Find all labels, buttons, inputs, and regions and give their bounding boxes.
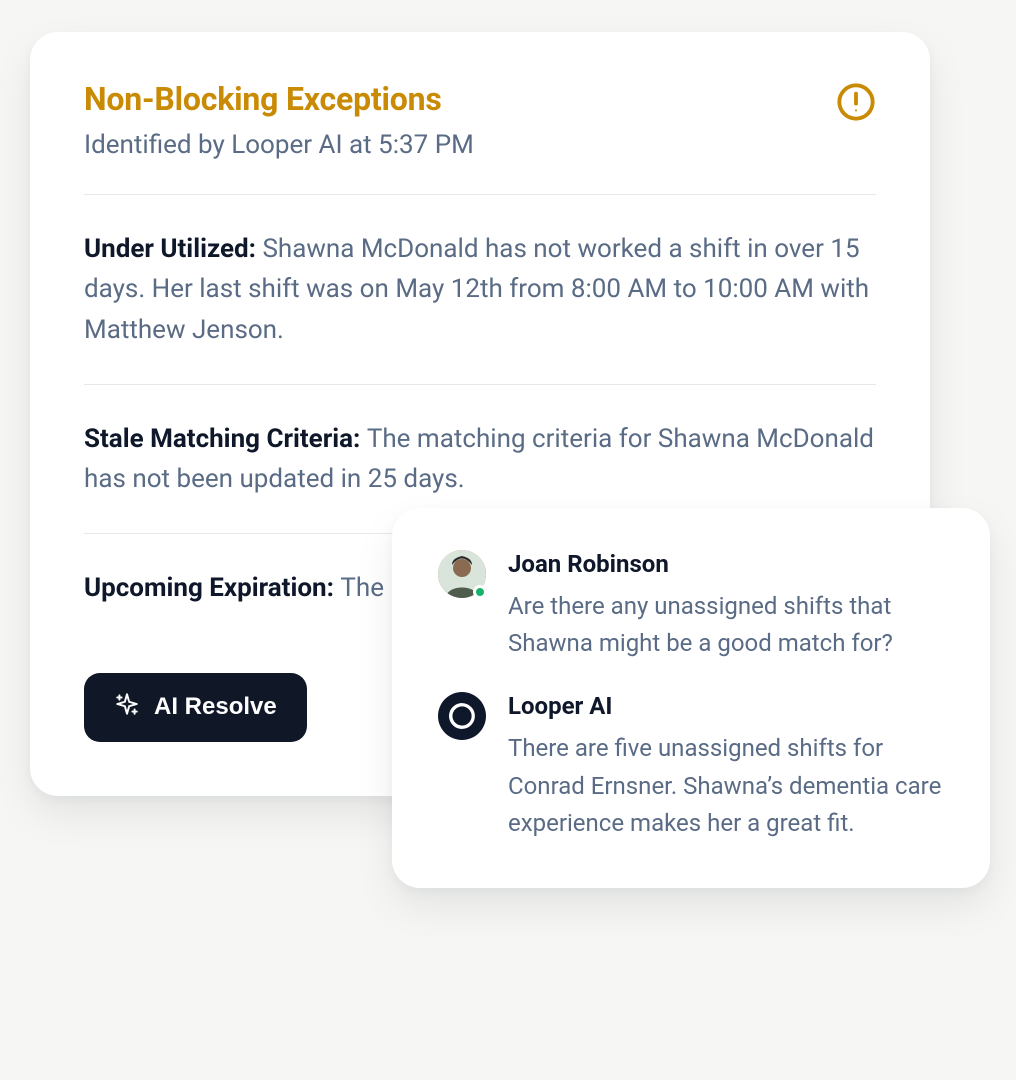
chat-author: Looper AI: [508, 692, 944, 720]
chat-card: Joan Robinson Are there any unassigned s…: [392, 508, 990, 888]
chat-message: Looper AI There are five unassigned shif…: [438, 692, 944, 842]
exceptions-header-text: Non-Blocking Exceptions Identified by Lo…: [84, 80, 474, 160]
exception-label: Upcoming Expiration:: [84, 573, 340, 603]
exception-label: Under Utilized:: [84, 234, 262, 264]
ai-avatar-icon: [438, 692, 486, 740]
exceptions-header: Non-Blocking Exceptions Identified by Lo…: [84, 80, 876, 160]
ai-resolve-label: AI Resolve: [154, 693, 277, 721]
sparkle-icon: [114, 691, 140, 724]
presence-indicator-icon: [473, 585, 487, 599]
chat-body: Looper AI There are five unassigned shif…: [508, 692, 944, 842]
exceptions-subtitle: Identified by Looper AI at 5:37 PM: [84, 130, 474, 160]
exception-item: Under Utilized: Shawna McDonald has not …: [84, 229, 876, 350]
chat-text: There are five unassigned shifts for Con…: [508, 730, 944, 842]
exception-label: Stale Matching Criteria:: [84, 424, 367, 454]
ai-resolve-button[interactable]: AI Resolve: [84, 673, 307, 742]
chat-body: Joan Robinson Are there any unassigned s…: [508, 550, 944, 662]
warning-icon: [836, 82, 876, 122]
exceptions-title: Non-Blocking Exceptions: [84, 80, 474, 118]
divider: [84, 194, 876, 195]
divider: [84, 384, 876, 385]
chat-text: Are there any unassigned shifts that Sha…: [508, 588, 944, 662]
exception-item: Stale Matching Criteria: The matching cr…: [84, 419, 876, 500]
chat-message: Joan Robinson Are there any unassigned s…: [438, 550, 944, 662]
chat-author: Joan Robinson: [508, 550, 944, 578]
avatar: [438, 550, 486, 598]
